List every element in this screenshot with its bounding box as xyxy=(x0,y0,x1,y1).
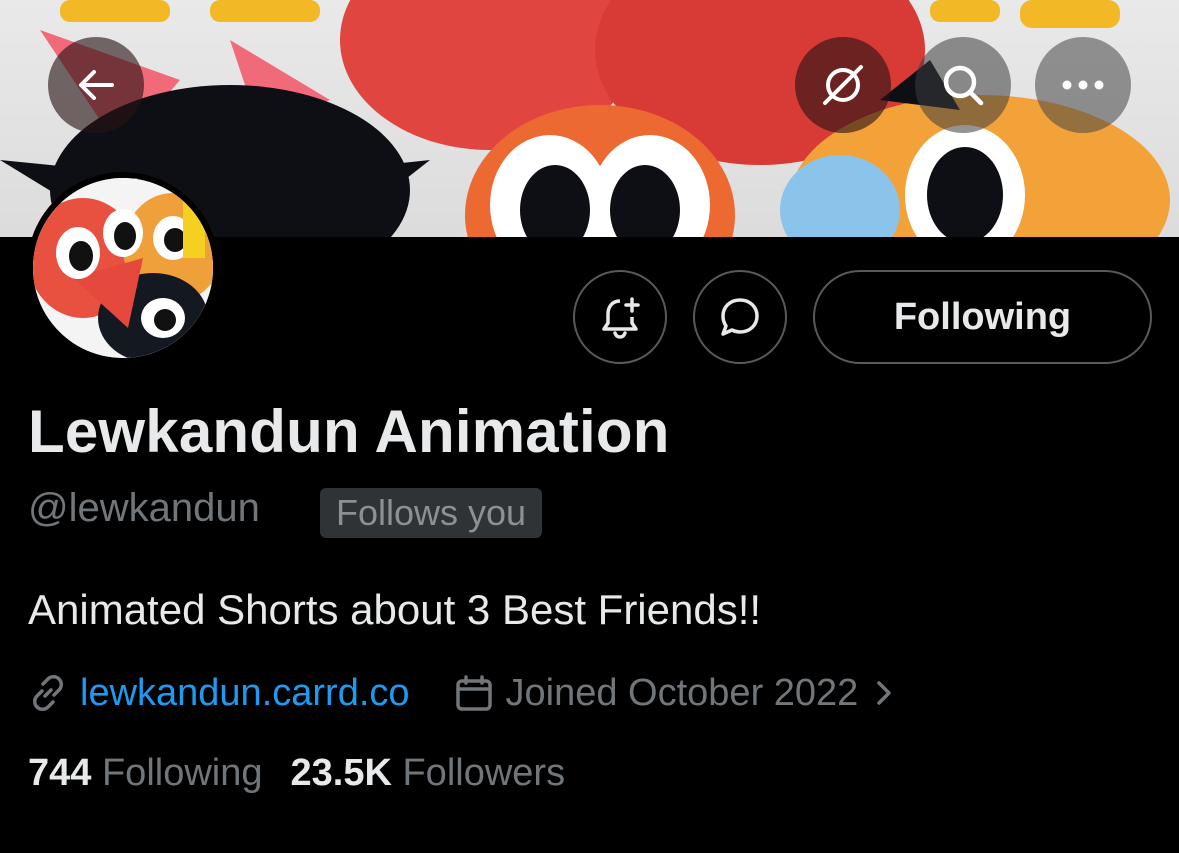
following-label: Following xyxy=(101,752,263,794)
followers-label: Followers xyxy=(402,752,566,794)
link-icon xyxy=(28,673,68,713)
followers-stat[interactable]: 23.5K Followers xyxy=(291,752,566,794)
grok-icon xyxy=(823,65,863,105)
more-button[interactable] xyxy=(1035,37,1131,133)
bell-plus-icon xyxy=(602,297,640,339)
calendar-icon xyxy=(454,673,494,713)
back-button[interactable] xyxy=(48,37,144,133)
avatar[interactable] xyxy=(27,172,219,364)
follows-you-badge: Follows you xyxy=(320,488,543,538)
following-stat[interactable]: 744 Following xyxy=(28,752,263,794)
profile-link[interactable]: lewkandun.carrd.co xyxy=(80,672,410,715)
display-name: Lewkandun Animation xyxy=(28,398,670,465)
avatar-image xyxy=(33,178,213,358)
message-bubble-icon xyxy=(721,298,759,336)
grok-button[interactable] xyxy=(795,37,891,133)
bio: Animated Shorts about 3 Best Friends!! xyxy=(28,586,762,633)
profile-meta: lewkandun.carrd.co Joined October 2022 xyxy=(28,668,896,718)
following-button[interactable]: Following xyxy=(813,270,1152,364)
more-horizontal-icon xyxy=(1062,80,1104,90)
follow-stats: 744 Following 23.5K Followers xyxy=(28,752,565,795)
message-button[interactable] xyxy=(693,270,787,364)
chevron-right-icon[interactable] xyxy=(872,675,896,711)
search-button[interactable] xyxy=(915,37,1011,133)
joined-date: Joined October 2022 xyxy=(505,671,859,714)
search-icon xyxy=(943,65,984,106)
arrow-left-icon xyxy=(79,70,114,100)
handle: @lewkandun xyxy=(28,486,260,530)
notifications-button[interactable] xyxy=(573,270,667,364)
following-count: 744 xyxy=(28,752,92,794)
followers-count: 23.5K xyxy=(290,752,392,794)
